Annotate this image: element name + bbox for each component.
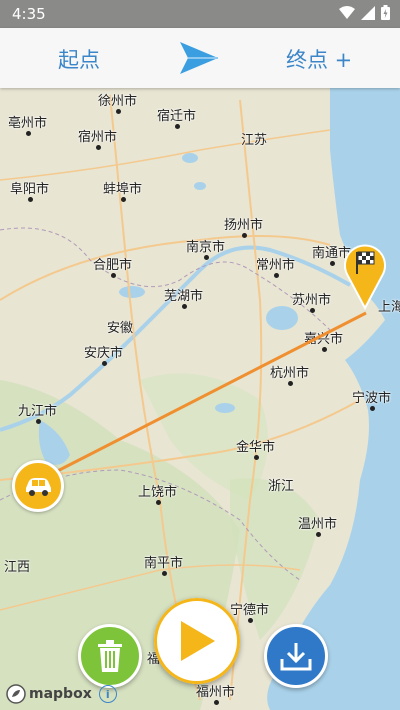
play-icon — [181, 621, 215, 661]
download-map-button[interactable] — [264, 624, 328, 688]
start-car-marker[interactable] — [12, 460, 64, 512]
route-header: 起点 终点 + — [0, 28, 400, 88]
signal-icon — [361, 5, 375, 20]
info-icon[interactable]: i — [98, 685, 117, 703]
battery-icon — [381, 5, 390, 20]
play-button-ring — [154, 598, 240, 684]
download-icon — [280, 643, 312, 671]
mapbox-logo-icon — [6, 684, 26, 704]
status-icons — [339, 5, 390, 20]
start-navigation-button[interactable] — [154, 598, 240, 684]
trash-icon — [98, 640, 122, 672]
mapbox-brand-text: mapbox — [29, 686, 92, 702]
navigate-arrow-icon[interactable] — [178, 40, 220, 80]
car-icon — [26, 478, 51, 496]
status-time: 4:35 — [12, 5, 46, 23]
status-bar: 4:35 — [0, 0, 400, 28]
mapbox-attribution: mapbox i — [6, 684, 117, 704]
wifi-icon — [339, 5, 355, 19]
destination-flag-pin[interactable] — [342, 240, 388, 310]
end-point-button[interactable]: 终点 + — [286, 44, 352, 74]
delete-route-button[interactable] — [78, 624, 142, 688]
start-point-button[interactable]: 起点 — [58, 44, 100, 74]
